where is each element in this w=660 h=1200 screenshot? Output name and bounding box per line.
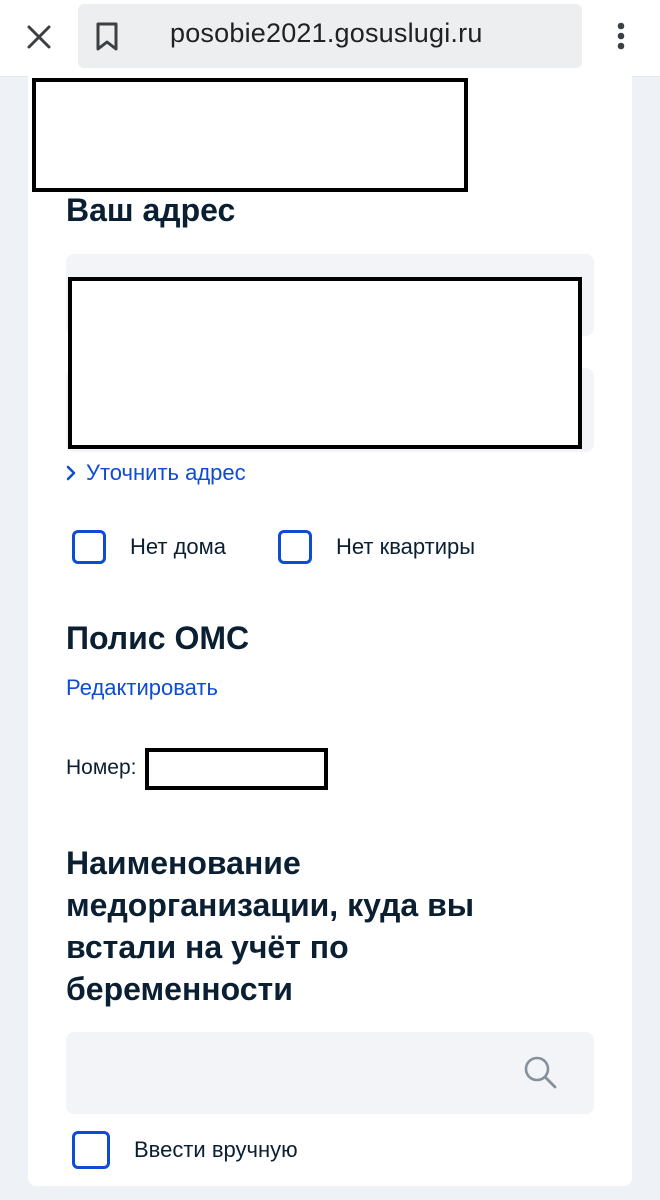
url-text: posobie2021.gosuslugi.ru bbox=[170, 18, 483, 48]
med-org-title-line: беременности bbox=[66, 971, 293, 1007]
address-title: Ваш адрес bbox=[66, 192, 236, 228]
oms-edit-link[interactable]: Редактировать bbox=[66, 675, 218, 701]
refine-address-link[interactable]: Уточнить адрес bbox=[66, 460, 246, 486]
manual-entry-label: Ввести вручную bbox=[134, 1137, 298, 1162]
med-org-title-line: Наименование bbox=[66, 845, 301, 881]
oms-title: Полис ОМС bbox=[66, 620, 250, 656]
more-vert-icon[interactable] bbox=[604, 16, 638, 56]
no-house-label: Нет дома bbox=[130, 534, 227, 559]
bookmark-icon[interactable] bbox=[92, 20, 122, 54]
med-org-title: Наименование медорганизации, куда вы вст… bbox=[66, 842, 586, 1010]
no-apartment-checkbox-row[interactable]: Нет квартиры bbox=[278, 530, 475, 564]
manual-entry-checkbox-row[interactable]: Ввести вручную bbox=[72, 1131, 298, 1169]
chevron-right-icon bbox=[66, 465, 76, 481]
redacted-block bbox=[32, 78, 468, 192]
redacted-address bbox=[68, 277, 582, 449]
search-icon[interactable] bbox=[522, 1054, 558, 1090]
no-house-checkbox-row[interactable]: Нет дома bbox=[72, 530, 226, 564]
close-icon[interactable] bbox=[22, 20, 56, 54]
no-apartment-checkbox[interactable] bbox=[278, 530, 312, 564]
no-house-checkbox[interactable] bbox=[72, 530, 106, 564]
med-org-title-line: медорганизации, куда вы bbox=[66, 887, 475, 923]
redacted-oms-number bbox=[145, 748, 328, 790]
no-apartment-label: Нет квартиры bbox=[336, 534, 476, 559]
manual-entry-checkbox[interactable] bbox=[72, 1131, 110, 1169]
oms-number-label: Номер: bbox=[66, 756, 137, 779]
med-org-search-input[interactable] bbox=[66, 1032, 594, 1114]
browser-toolbar: posobie2021.gosuslugi.ru bbox=[0, 0, 660, 76]
refine-address-label: Уточнить адрес bbox=[86, 460, 246, 485]
med-org-title-line: встали на учёт по bbox=[66, 929, 349, 965]
